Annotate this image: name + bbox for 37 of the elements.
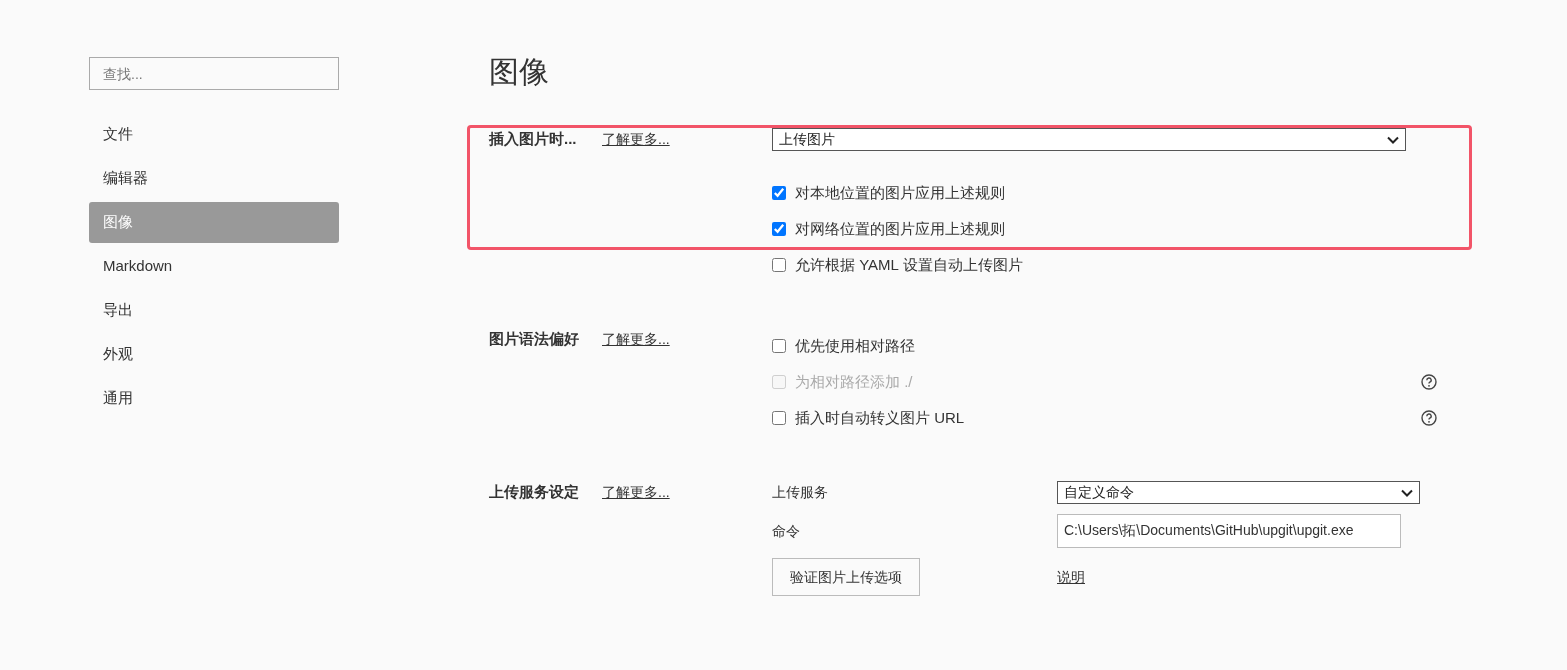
sidebar-item[interactable]: Markdown [89,246,339,287]
sidebar-item[interactable]: 外观 [89,334,339,375]
checkbox-label: 优先使用相对路径 [795,335,915,356]
checkbox[interactable] [772,411,786,425]
sidebar-item[interactable]: 导出 [89,290,339,331]
checkbox[interactable] [772,222,786,236]
field-label: 上传服务 [772,483,829,502]
section-label: 插入图片时... [489,129,578,149]
checkbox[interactable] [772,258,786,272]
page-title: 图像 [489,54,550,90]
dropdown-value: 自定义命令 [1064,483,1134,502]
checkbox-label: 对本地位置的图片应用上述规则 [795,182,1005,203]
search-field[interactable]: 查找... [89,57,339,90]
checkbox-label: 允许根据 YAML 设置自动上传图片 [795,254,1023,275]
help-icon[interactable] [1421,410,1437,426]
section-label: 上传服务设定 [489,482,580,502]
checkbox[interactable] [772,339,786,353]
sidebar-item[interactable]: 通用 [89,378,339,419]
learn-more-link[interactable]: 了解更多... [602,328,670,350]
dropdown[interactable]: 自定义命令 [1057,481,1420,504]
field-label: 命令 [772,522,801,541]
dropdown[interactable]: 上传图片 [772,128,1406,151]
checkbox-label: 对网络位置的图片应用上述规则 [795,218,1005,239]
learn-more-link[interactable]: 了解更多... [602,481,670,503]
link[interactable]: 说明 [1057,566,1085,588]
sidebar-item[interactable]: 编辑器 [89,158,339,199]
section-label: 图片语法偏好 [489,329,580,349]
dropdown-value: 上传图片 [779,130,835,149]
chevron-down-icon [1387,135,1399,144]
sidebar-item[interactable]: 文件 [89,114,339,155]
checkbox-label: 插入时自动转义图片 URL [795,407,965,428]
checkbox-label: 为相对路径添加 ./ [795,371,913,392]
checkbox[interactable] [772,186,786,200]
learn-more-link[interactable]: 了解更多... [602,128,670,150]
verify-button[interactable]: 验证图片上传选项 [772,558,920,596]
command-field[interactable]: C:\Users\拓\Documents\GitHub\upgit\upgit.exe [1057,514,1401,548]
chevron-down-icon [1401,488,1413,497]
